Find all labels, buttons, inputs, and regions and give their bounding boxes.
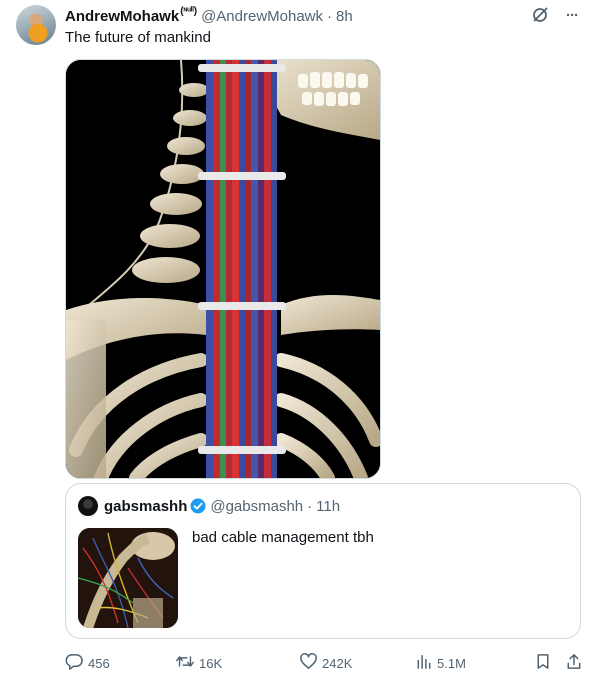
verified-icon — [190, 498, 206, 514]
share-button[interactable] — [565, 651, 587, 675]
views-button[interactable]: 5.1M — [415, 651, 466, 675]
more-icon[interactable]: ··· — [563, 6, 581, 24]
like-count: 242K — [322, 655, 353, 671]
tweet-header: AndrewMohawk (ᶰᵘˡˡ) @AndrewMohawk · 8h — [65, 6, 353, 26]
share-icon — [565, 652, 587, 674]
repost-count: 16K — [199, 655, 223, 671]
quoted-author-handle: @gabsmashh — [210, 497, 304, 515]
reply-count: 456 — [88, 655, 110, 671]
tweet-top-actions: ··· — [531, 6, 581, 24]
author-name[interactable]: AndrewMohawk — [65, 8, 179, 25]
tweet-text: The future of mankind — [65, 29, 211, 46]
reply-button[interactable]: 456 — [65, 651, 110, 675]
separator-dot: · — [307, 497, 313, 515]
reply-icon — [65, 652, 88, 674]
author-name-suffix: (ᶰᵘˡˡ) — [180, 5, 198, 17]
tweet-media-image[interactable] — [65, 59, 381, 479]
repost-icon — [175, 652, 199, 674]
tweet-time[interactable]: 8h — [336, 8, 353, 25]
quoted-tweet-text: bad cable management tbh — [192, 529, 374, 546]
bookmark-icon — [534, 652, 556, 674]
grok-icon[interactable] — [531, 6, 549, 24]
quoted-author-avatar — [78, 496, 98, 516]
tweet: AndrewMohawk (ᶰᵘˡˡ) @AndrewMohawk · 8h ·… — [0, 0, 599, 687]
quoted-tweet-header: gabsmashh @gabsmashh · 11h — [78, 496, 340, 516]
bookmark-button[interactable] — [534, 651, 556, 675]
like-icon — [299, 652, 322, 674]
quoted-tweet[interactable]: gabsmashh @gabsmashh · 11h bad cable man… — [65, 483, 581, 639]
repost-button[interactable]: 16K — [175, 651, 222, 675]
author-avatar[interactable] — [16, 5, 56, 45]
views-count: 5.1M — [437, 655, 466, 671]
author-handle[interactable]: @AndrewMohawk — [201, 8, 323, 25]
separator-dot: · — [327, 7, 333, 25]
quoted-author-name: gabsmashh — [104, 497, 188, 515]
tweet-actions: 456 16K 242K 5.1M — [65, 651, 585, 675]
views-icon — [415, 652, 437, 674]
quoted-tweet-time: 11h — [316, 497, 341, 515]
quoted-tweet-media-image — [78, 528, 178, 628]
like-button[interactable]: 242K — [299, 651, 352, 675]
